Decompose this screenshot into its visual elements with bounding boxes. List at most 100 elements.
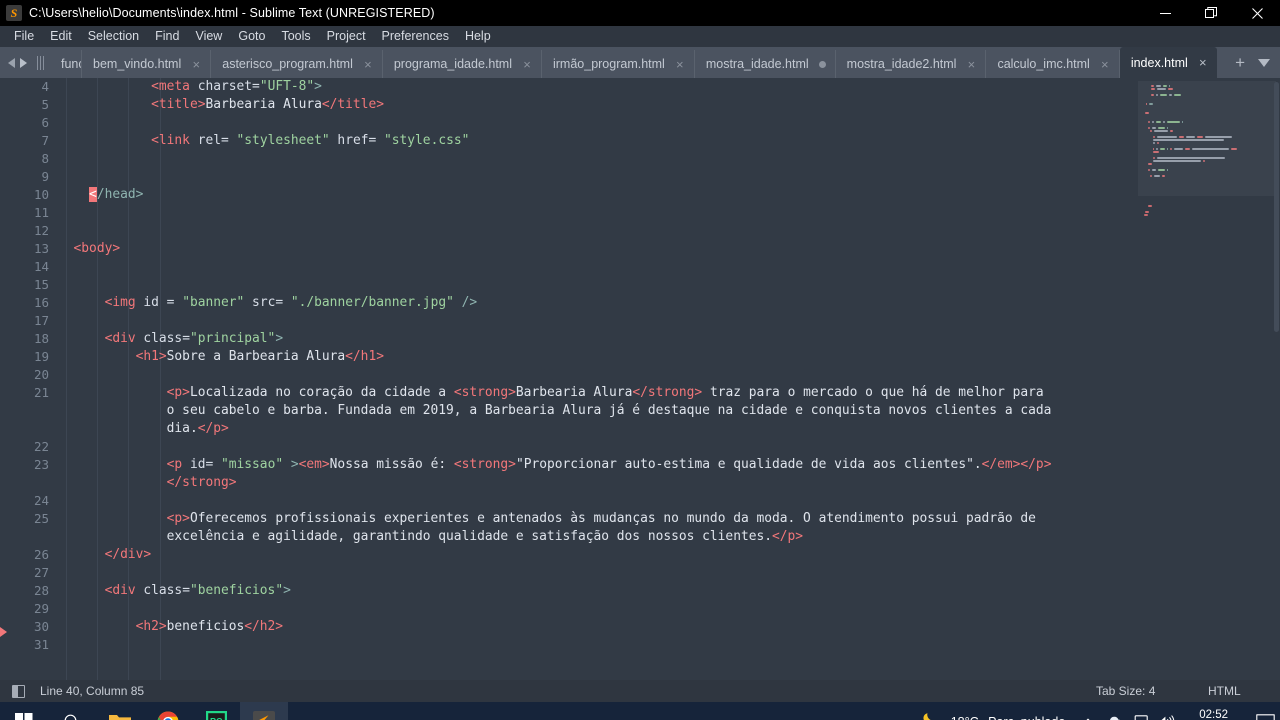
minimap[interactable]: [1138, 78, 1280, 680]
code-line[interactable]: [58, 150, 1138, 168]
menu-item-selection[interactable]: Selection: [80, 26, 147, 47]
chrome-button[interactable]: [144, 702, 192, 720]
tab-programa-idade-html[interactable]: programa_idade.html ×: [382, 50, 542, 78]
menu-item-edit[interactable]: Edit: [42, 26, 80, 47]
menu-item-tools[interactable]: Tools: [273, 26, 318, 47]
cloud-icon[interactable]: [1101, 702, 1127, 720]
network-icon[interactable]: [1127, 702, 1153, 720]
restore-button[interactable]: [1188, 0, 1234, 26]
menu-item-view[interactable]: View: [187, 26, 230, 47]
tab-close-icon[interactable]: ×: [1198, 56, 1208, 69]
sidebar-toggle-icon[interactable]: [12, 684, 25, 698]
chevron-down-icon[interactable]: [1258, 58, 1270, 67]
weather-widget[interactable]: 18°C Parc. nublado: [916, 712, 1076, 720]
code-line[interactable]: [58, 600, 1138, 618]
code-line[interactable]: <title>Barbearia Alura</title>: [58, 96, 1138, 114]
code-line[interactable]: </head>: [58, 186, 1138, 204]
menu-item-project[interactable]: Project: [319, 26, 374, 47]
minimize-button[interactable]: [1142, 0, 1188, 26]
code-line[interactable]: excelência e agilidade, garantindo quali…: [58, 528, 1138, 546]
minimap-viewport[interactable]: [1138, 81, 1276, 196]
tab-close-icon[interactable]: ×: [1100, 58, 1110, 71]
speaker-icon[interactable]: [1153, 702, 1179, 720]
sublime-text-button[interactable]: [240, 702, 288, 720]
tab-asterisco-program-html[interactable]: asterisco_program.html ×: [211, 50, 383, 78]
tab-func[interactable]: func: [50, 50, 82, 78]
code-line[interactable]: [58, 114, 1138, 132]
tab-size-indicator[interactable]: Tab Size: 4: [1096, 684, 1155, 698]
tab-unsaved-dot-icon[interactable]: [818, 60, 826, 68]
code-token: <strong>: [453, 385, 516, 400]
close-button[interactable]: [1234, 0, 1280, 26]
start-button[interactable]: [0, 702, 48, 720]
tab-prev-arrow-icon[interactable]: [8, 57, 15, 68]
menu-item-help[interactable]: Help: [457, 26, 499, 47]
code-line[interactable]: [58, 636, 1138, 654]
code-line[interactable]: <h2>beneficios</h2>: [58, 618, 1138, 636]
minimap-scrollbar[interactable]: [1274, 82, 1279, 332]
code-line[interactable]: [58, 366, 1138, 384]
file-explorer-button[interactable]: [96, 702, 144, 720]
code-line[interactable]: <p id= "missao" ><em>Nossa missão é: <st…: [58, 456, 1138, 474]
syntax-indicator[interactable]: HTML: [1208, 684, 1241, 698]
tab-irm-o-program-html[interactable]: irmão_program.html ×: [541, 50, 695, 78]
code-line[interactable]: o seu cabelo e barba. Fundada em 2019, a…: [58, 402, 1138, 420]
code-line[interactable]: <div class="principal">: [58, 330, 1138, 348]
code-line[interactable]: [58, 204, 1138, 222]
code-editor[interactable]: 4 5 6 7 8 9 10 11 12 13 14 15 16 17 18 19 20 21 22 23 24 25 26…: [0, 78, 1280, 680]
tab-close-icon[interactable]: ×: [675, 58, 685, 71]
code-line[interactable]: [58, 492, 1138, 510]
tab-close-icon[interactable]: ×: [522, 58, 532, 71]
tab-style-css[interactable]: style.css×: [1216, 50, 1224, 78]
code-line[interactable]: <div class="beneficios">: [58, 582, 1138, 600]
tab-close-icon[interactable]: ×: [966, 58, 976, 71]
tab-index-html[interactable]: index.html ×: [1119, 47, 1217, 78]
code-line[interactable]: <img id = "banner" src= "./banner/banner…: [58, 294, 1138, 312]
code-line[interactable]: <p>Localizada no coração da cidade a <st…: [58, 384, 1138, 402]
chevron-up-icon[interactable]: [1075, 702, 1101, 720]
code-token: </div>: [104, 547, 152, 562]
fold-marker-icon[interactable]: [0, 627, 7, 637]
code-line[interactable]: <link rel= "stylesheet" href= "style.css…: [58, 132, 1138, 150]
new-tab-button[interactable]: +: [1235, 54, 1245, 71]
line-number: 15: [33, 277, 49, 292]
tab-close-icon[interactable]: ×: [191, 58, 201, 71]
tab-mostra-idade2-html[interactable]: mostra_idade2.html ×: [835, 50, 987, 78]
menu-item-find[interactable]: Find: [147, 26, 187, 47]
weather-temperature: 18°C: [951, 715, 979, 720]
search-button[interactable]: [48, 702, 96, 720]
code-line[interactable]: dia.</p>: [58, 420, 1138, 438]
code-content[interactable]: <meta charset="UFT-8"> <title>Barbearia …: [58, 78, 1138, 680]
code-line[interactable]: </div>: [58, 546, 1138, 564]
code-line[interactable]: <body>: [58, 240, 1138, 258]
code-line[interactable]: [58, 276, 1138, 294]
clock[interactable]: 02:52 11/04/2022: [1179, 708, 1250, 720]
line-number: 21: [33, 385, 49, 400]
weather-text: 18°C Parc. nublado: [951, 715, 1066, 720]
menu-item-goto[interactable]: Goto: [230, 26, 273, 47]
code-line[interactable]: [58, 222, 1138, 240]
notifications-button[interactable]: [1250, 702, 1280, 720]
tab-nav-arrows[interactable]: [0, 47, 35, 78]
tab-bem-vindo-html[interactable]: bem_vindo.html ×: [82, 50, 212, 78]
code-line[interactable]: [58, 258, 1138, 276]
code-line[interactable]: </strong>: [58, 474, 1138, 492]
tab-mostra-idade-html[interactable]: mostra_idade.html: [694, 50, 836, 78]
tab-close-icon[interactable]: ×: [363, 58, 373, 71]
tab-grip-handle[interactable]: [35, 47, 50, 78]
code-line[interactable]: <p>Oferecemos profissionais experientes …: [58, 510, 1138, 528]
code-line[interactable]: [58, 312, 1138, 330]
tab-next-arrow-icon[interactable]: [20, 57, 27, 68]
line-number-gutter: 4 5 6 7 8 9 10 11 12 13 14 15 16 17 18 19 20 21 22 23 24 25 26…: [0, 78, 58, 680]
code-line[interactable]: [58, 168, 1138, 186]
code-line[interactable]: [58, 438, 1138, 456]
menu-item-file[interactable]: File: [6, 26, 42, 47]
code-line[interactable]: <h1>Sobre a Barbearia Alura</h1>: [58, 348, 1138, 366]
code-line[interactable]: <meta charset="UFT-8">: [58, 78, 1138, 96]
tab-calculo-imc-html[interactable]: calculo_imc.html ×: [986, 50, 1120, 78]
pycharm-button[interactable]: PC: [192, 702, 240, 720]
code-line[interactable]: [58, 564, 1138, 582]
menu-item-preferences[interactable]: Preferences: [374, 26, 457, 47]
